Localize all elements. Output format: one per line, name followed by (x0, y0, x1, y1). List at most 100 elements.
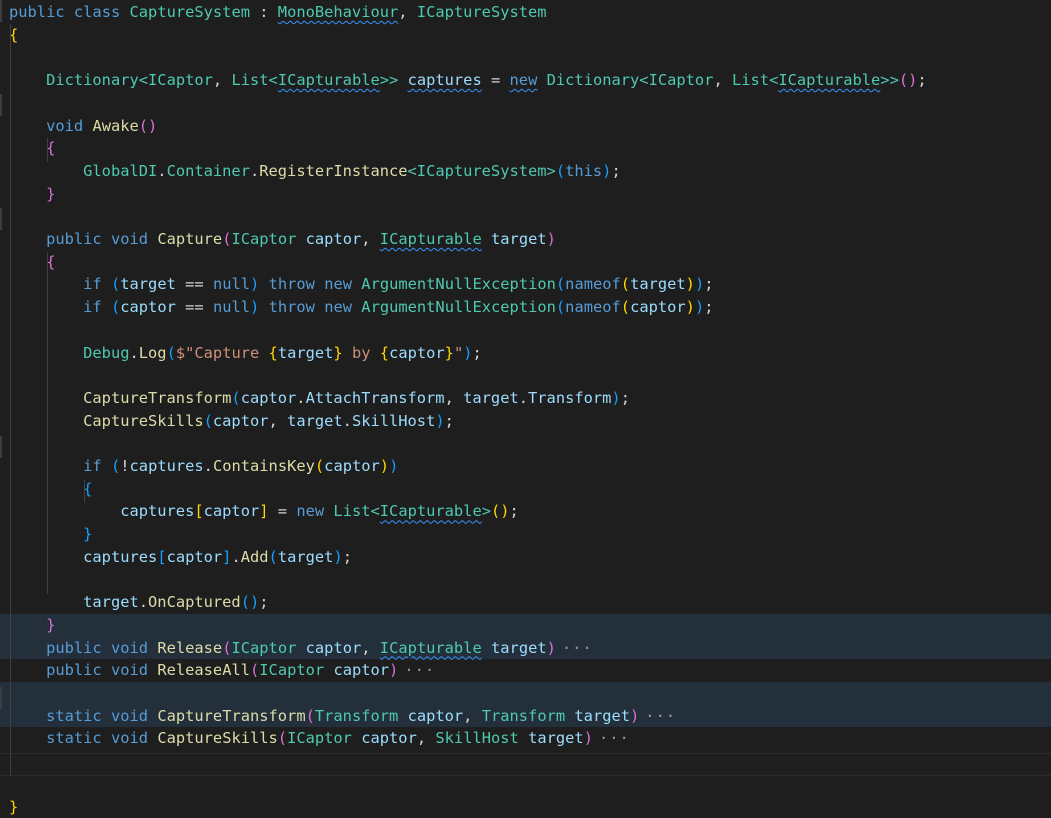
code-token (148, 707, 157, 725)
code-token: captor (630, 298, 686, 316)
code-token: == (176, 298, 213, 316)
code-token: captor (389, 344, 445, 362)
code-token (148, 729, 157, 747)
folded-region-ellipsis[interactable]: ··· (562, 639, 593, 657)
code-token: if (83, 298, 102, 316)
code-token (9, 71, 46, 89)
code-line[interactable]: public void Release(ICaptor captor, ICap… (0, 637, 1051, 660)
code-line-text: captures[captor].Add(target); (9, 546, 352, 569)
code-line[interactable] (0, 773, 1051, 796)
code-token: throw (269, 298, 315, 316)
code-token: void (111, 661, 148, 679)
code-line[interactable]: captures[captor].Add(target); (0, 546, 1051, 569)
code-token (352, 729, 361, 747)
code-token: List (333, 502, 370, 520)
code-token: ; (704, 275, 713, 293)
code-line[interactable]: CaptureTransform(captor.AttachTransform,… (0, 387, 1051, 410)
code-line[interactable]: { (0, 251, 1051, 274)
code-editor[interactable]: public class CaptureSystem : MonoBehavio… (0, 0, 1051, 810)
code-line[interactable]: if (!captures.ContainsKey(captor)) (0, 455, 1051, 478)
code-line[interactable]: target.OnCaptured(); (0, 591, 1051, 614)
code-token: ( (306, 707, 315, 725)
code-token: captures (83, 548, 157, 566)
code-token: ) (630, 707, 639, 725)
code-line[interactable] (0, 432, 1051, 455)
code-token: Dictionary (547, 71, 640, 89)
code-token (565, 707, 574, 725)
code-token: . (157, 162, 166, 180)
code-token (9, 139, 46, 157)
code-line[interactable] (0, 364, 1051, 387)
code-line[interactable]: CaptureSkills(captor, target.SkillHost); (0, 410, 1051, 433)
code-line[interactable] (0, 46, 1051, 69)
code-token: ; (917, 71, 926, 89)
code-line[interactable]: } (0, 614, 1051, 637)
folded-region-ellipsis[interactable]: ··· (645, 707, 676, 725)
code-line-text: } (9, 183, 55, 206)
code-line[interactable] (0, 205, 1051, 228)
code-token (9, 661, 46, 679)
code-line[interactable]: { (0, 478, 1051, 501)
code-line[interactable]: { (0, 24, 1051, 47)
code-token: target (287, 412, 343, 430)
code-token: ) (389, 457, 398, 475)
code-token: () (139, 117, 158, 135)
code-token: void (111, 707, 148, 725)
code-line[interactable]: } (0, 183, 1051, 206)
code-token: nameof (565, 275, 621, 293)
code-line[interactable]: Dictionary<ICaptor, List<ICapturable>> c… (0, 69, 1051, 92)
code-token: == (176, 275, 213, 293)
code-token: void (111, 729, 148, 747)
code-token: captor (408, 707, 464, 725)
code-line[interactable]: public void Capture(ICaptor captor, ICap… (0, 228, 1051, 251)
code-line[interactable]: { (0, 137, 1051, 160)
code-token: ICaptor (148, 71, 213, 89)
code-line[interactable]: } (0, 796, 1051, 818)
code-token: public (46, 661, 102, 679)
folded-region-ellipsis[interactable]: ··· (599, 729, 630, 747)
code-token (315, 275, 324, 293)
code-token: = (482, 71, 510, 89)
code-token: throw (269, 275, 315, 293)
code-token: Transform (315, 707, 398, 725)
code-token: captor (306, 230, 362, 248)
code-token: [ (157, 548, 166, 566)
code-token: void (46, 117, 83, 135)
code-token: captor (204, 502, 260, 520)
code-line-text: GlobalDI.Container.RegisterInstance<ICap… (9, 160, 621, 183)
code-token: ) (584, 729, 593, 747)
code-line[interactable]: captures[captor] = new List<ICapturable>… (0, 500, 1051, 523)
code-token: null (213, 275, 250, 293)
code-line[interactable]: } (0, 523, 1051, 546)
code-token: ( (621, 275, 630, 293)
code-token: OnCaptured (148, 593, 241, 611)
code-token: > (547, 162, 556, 180)
code-line[interactable] (0, 682, 1051, 705)
code-token: Release (157, 639, 222, 657)
code-line[interactable]: static void CaptureTransform(Transform c… (0, 705, 1051, 728)
code-token: CaptureSkills (83, 412, 203, 430)
code-line-text: target.OnCaptured(); (9, 591, 269, 614)
code-line[interactable] (0, 92, 1051, 115)
code-line[interactable] (0, 569, 1051, 592)
code-token: ContainsKey (213, 457, 315, 475)
code-line[interactable]: void Awake() (0, 115, 1051, 138)
code-line[interactable]: if (captor == null) throw new ArgumentNu… (0, 296, 1051, 319)
code-token: ( (556, 162, 565, 180)
code-line[interactable]: public void ReleaseAll(ICaptor captor)··… (0, 659, 1051, 682)
code-line[interactable]: public class CaptureSystem : MonoBehavio… (0, 1, 1051, 24)
code-line-text: public void ReleaseAll(ICaptor captor)··… (9, 659, 435, 682)
code-token: < (139, 71, 148, 89)
code-token: < (769, 71, 778, 89)
code-line[interactable]: if (target == null) throw new ArgumentNu… (0, 273, 1051, 296)
code-token: . (231, 548, 240, 566)
code-line[interactable]: GlobalDI.Container.RegisterInstance<ICap… (0, 160, 1051, 183)
code-line[interactable] (0, 319, 1051, 342)
code-token: captures (120, 502, 194, 520)
gutter-marker (0, 436, 2, 458)
code-line[interactable]: static void CaptureSkills(ICaptor captor… (0, 727, 1051, 750)
code-token: List (732, 71, 769, 89)
folded-region-ellipsis[interactable]: ··· (404, 661, 435, 679)
code-token: ; (621, 389, 630, 407)
code-line[interactable]: Debug.Log($"Capture {target} by {captor}… (0, 342, 1051, 365)
